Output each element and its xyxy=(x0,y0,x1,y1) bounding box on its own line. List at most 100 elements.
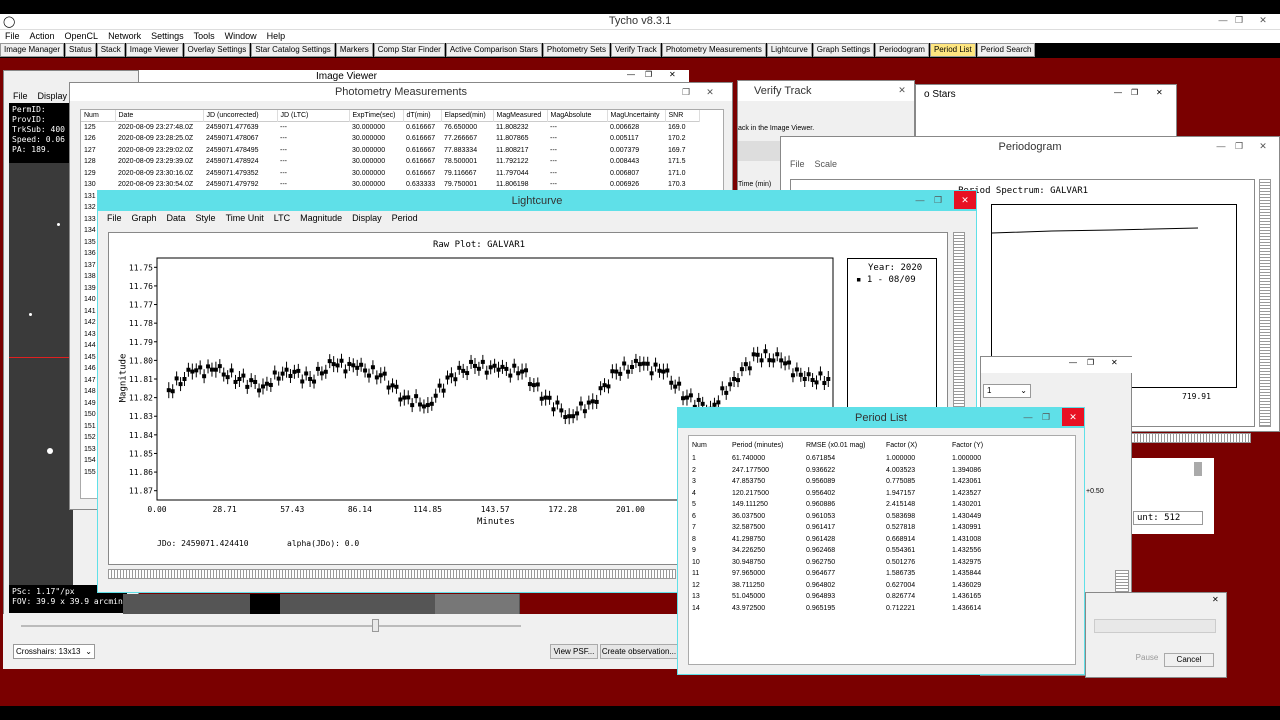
table-row[interactable]: 7 32.587500 0.961417 0.527818 1.430991 xyxy=(689,522,1013,534)
tab-lightcurve[interactable]: Lightcurve xyxy=(766,43,812,57)
table-row[interactable]: 11 97.965000 0.964677 1.586735 1.435844 xyxy=(689,568,1013,580)
table-row[interactable]: 5 149.111250 0.960886 2.415148 1.430201 xyxy=(689,499,1013,511)
column-header[interactable]: Period (minutes) xyxy=(729,438,803,453)
column-header[interactable]: JD (uncorrected) xyxy=(203,110,278,122)
crosshairs-select[interactable]: Crosshairs: 13x13 ⌄ xyxy=(13,644,95,659)
menu-file[interactable]: File xyxy=(102,213,127,223)
tab-image-viewer[interactable]: Image Viewer xyxy=(125,43,183,57)
table-cell: 43.972500 xyxy=(732,604,766,612)
period-count-select[interactable]: 1 ⌄ xyxy=(983,384,1031,398)
menu-magnitude[interactable]: Magnitude xyxy=(295,213,347,223)
table-cell: 149.111250 xyxy=(732,501,768,509)
table-row[interactable]: 127 2020-08-09 23:29:02.0Z 2459071.478495 -… xyxy=(81,145,699,157)
restore-button[interactable]: ❐ xyxy=(1232,15,1246,26)
tab-comp-star-finder[interactable]: Comp Star Finder xyxy=(373,43,445,57)
column-header[interactable]: Factor (X) xyxy=(883,438,949,453)
table-row[interactable]: 14 43.972500 0.965195 0.712221 1.436614 xyxy=(689,603,1013,615)
tab-markers[interactable]: Markers xyxy=(335,43,373,57)
tab-star-catalog-settings[interactable]: Star Catalog Settings xyxy=(251,43,335,57)
periodogram-scrollbar[interactable] xyxy=(1259,179,1271,427)
menu-style[interactable]: Style xyxy=(191,213,221,223)
table-row[interactable]: 126 2020-08-09 23:28:25.0Z 2459071.478067 -… xyxy=(81,133,699,145)
tab-photometry-measurements[interactable]: Photometry Measurements xyxy=(661,43,766,57)
table-row[interactable]: 9 34.226250 0.962468 0.554361 1.432556 xyxy=(689,545,1013,557)
thumbnail-strip[interactable] xyxy=(123,594,520,614)
data-point xyxy=(484,365,489,380)
menu-ltc[interactable]: LTC xyxy=(269,213,295,223)
menu-file[interactable]: File xyxy=(0,30,25,44)
table-row[interactable]: 1 61.740000 0.671854 1.000000 1.000000 xyxy=(689,453,1013,465)
period-list-table[interactable]: Num Period (minutes) RMSE (x0.01 mag) Facto… xyxy=(688,435,1076,665)
table-row[interactable]: 6 36.037500 0.961053 0.583698 1.430449 xyxy=(689,511,1013,523)
tab-active-comparison-stars[interactable]: Active Comparison Stars xyxy=(445,43,542,57)
tab-periodogram[interactable]: Periodogram xyxy=(875,43,929,57)
column-header[interactable]: Num xyxy=(81,110,116,122)
column-header[interactable]: dT(min) xyxy=(403,110,442,122)
tab-verify-track[interactable]: Verify Track xyxy=(611,43,661,57)
menu-time-unit[interactable]: Time Unit xyxy=(221,213,269,223)
view-psf-button[interactable]: View PSF... xyxy=(550,644,598,659)
menu-data[interactable]: Data xyxy=(162,213,191,223)
point-count-field[interactable]: unt: 512 xyxy=(1133,511,1203,525)
table-row[interactable]: 128 2020-08-09 23:29:39.0Z 2459071.478924 -… xyxy=(81,156,699,168)
tab-overlay-settings[interactable]: Overlay Settings xyxy=(183,43,251,57)
menu-graph[interactable]: Graph xyxy=(127,213,162,223)
x-tick-label: 86.14 xyxy=(348,505,372,514)
column-header[interactable]: SNR xyxy=(665,110,700,122)
table-row[interactable]: 129 2020-08-09 23:30:16.0Z 2459071.479352 -… xyxy=(81,168,699,180)
table-row[interactable]: 125 2020-08-09 23:27:48.0Z 2459071.477639 -… xyxy=(81,122,699,134)
table-row[interactable]: 3 47.853750 0.956089 0.775085 1.423061 xyxy=(689,476,1013,488)
column-header[interactable]: Elapsed(min) xyxy=(441,110,494,122)
menu-period[interactable]: Period xyxy=(387,213,423,223)
minimize-button[interactable]: — xyxy=(1216,15,1230,25)
table-row[interactable]: 12 38.711250 0.964802 0.627004 1.436029 xyxy=(689,580,1013,592)
column-header[interactable]: JD (LTC) xyxy=(277,110,350,122)
menu-tools[interactable]: Tools xyxy=(189,30,220,44)
tab-status[interactable]: Status xyxy=(65,43,96,57)
table-row[interactable]: 8 41.298750 0.961428 0.668914 1.431008 xyxy=(689,534,1013,546)
column-header[interactable]: MagAbsolute xyxy=(547,110,608,122)
menu-settings[interactable]: Settings xyxy=(146,30,189,44)
menu-opencl[interactable]: OpenCL xyxy=(60,30,104,44)
table-row[interactable]: 2 247.177500 0.936622 4.003523 1.394086 xyxy=(689,465,1013,477)
data-point xyxy=(378,367,383,384)
menu-display[interactable]: Display xyxy=(347,213,387,223)
menu-window[interactable]: Window xyxy=(220,30,262,44)
column-header[interactable]: MagMeasured xyxy=(493,110,548,122)
menu-help[interactable]: Help xyxy=(262,30,291,44)
column-header[interactable]: MagUncertainty xyxy=(607,110,666,122)
create-observation-button[interactable]: Create observation... xyxy=(600,644,678,659)
column-header[interactable]: Date xyxy=(115,110,204,122)
tab-period-list[interactable]: Period List xyxy=(929,43,976,57)
table-row[interactable]: 4 120.217500 0.956402 1.947157 1.423527 xyxy=(689,488,1013,500)
column-header[interactable]: Factor (Y) xyxy=(949,438,1013,453)
menu-file[interactable]: File xyxy=(8,91,33,101)
table-row[interactable]: 10 30.948750 0.962750 0.501276 1.432975 xyxy=(689,557,1013,569)
tab-stack[interactable]: Stack xyxy=(96,43,125,57)
tab-graph-settings[interactable]: Graph Settings xyxy=(812,43,875,57)
table-cell: 2459071.479352 xyxy=(206,169,259,177)
menu-display[interactable]: Display xyxy=(33,91,73,101)
column-header[interactable]: Num xyxy=(689,438,729,453)
periodogram-hscroll[interactable] xyxy=(1131,433,1251,443)
zoom-slider-thumb[interactable] xyxy=(372,619,379,632)
tab-period-search[interactable]: Period Search xyxy=(976,43,1036,57)
tab-photometry-sets[interactable]: Photometry Sets xyxy=(542,43,611,57)
table-row[interactable]: 130 2020-08-09 23:30:54.0Z 2459071.479792 -… xyxy=(81,179,699,191)
legend-year: Year: 2020 xyxy=(868,263,923,273)
table-row[interactable]: 13 51.045000 0.964893 0.826774 1.436165 xyxy=(689,591,1013,603)
data-point xyxy=(323,364,328,379)
column-header[interactable]: RMSE (x0.01 mag) xyxy=(803,438,883,453)
tab-image-manager[interactable]: Image Manager xyxy=(0,43,65,57)
cancel-button[interactable]: Cancel xyxy=(1164,653,1214,667)
menu-scale[interactable]: Scale xyxy=(810,159,843,169)
zoom-slider[interactable] xyxy=(21,625,521,627)
column-header[interactable]: ExpTime(sec) xyxy=(349,110,404,122)
menu-file[interactable]: File xyxy=(785,159,810,169)
sky-image[interactable] xyxy=(9,163,73,585)
data-point xyxy=(225,370,230,385)
close-button[interactable]: ✕ xyxy=(1256,15,1270,26)
menu-action[interactable]: Action xyxy=(25,30,60,44)
menu-network[interactable]: Network xyxy=(103,30,146,44)
lightcurve-hscroll[interactable] xyxy=(108,569,676,579)
